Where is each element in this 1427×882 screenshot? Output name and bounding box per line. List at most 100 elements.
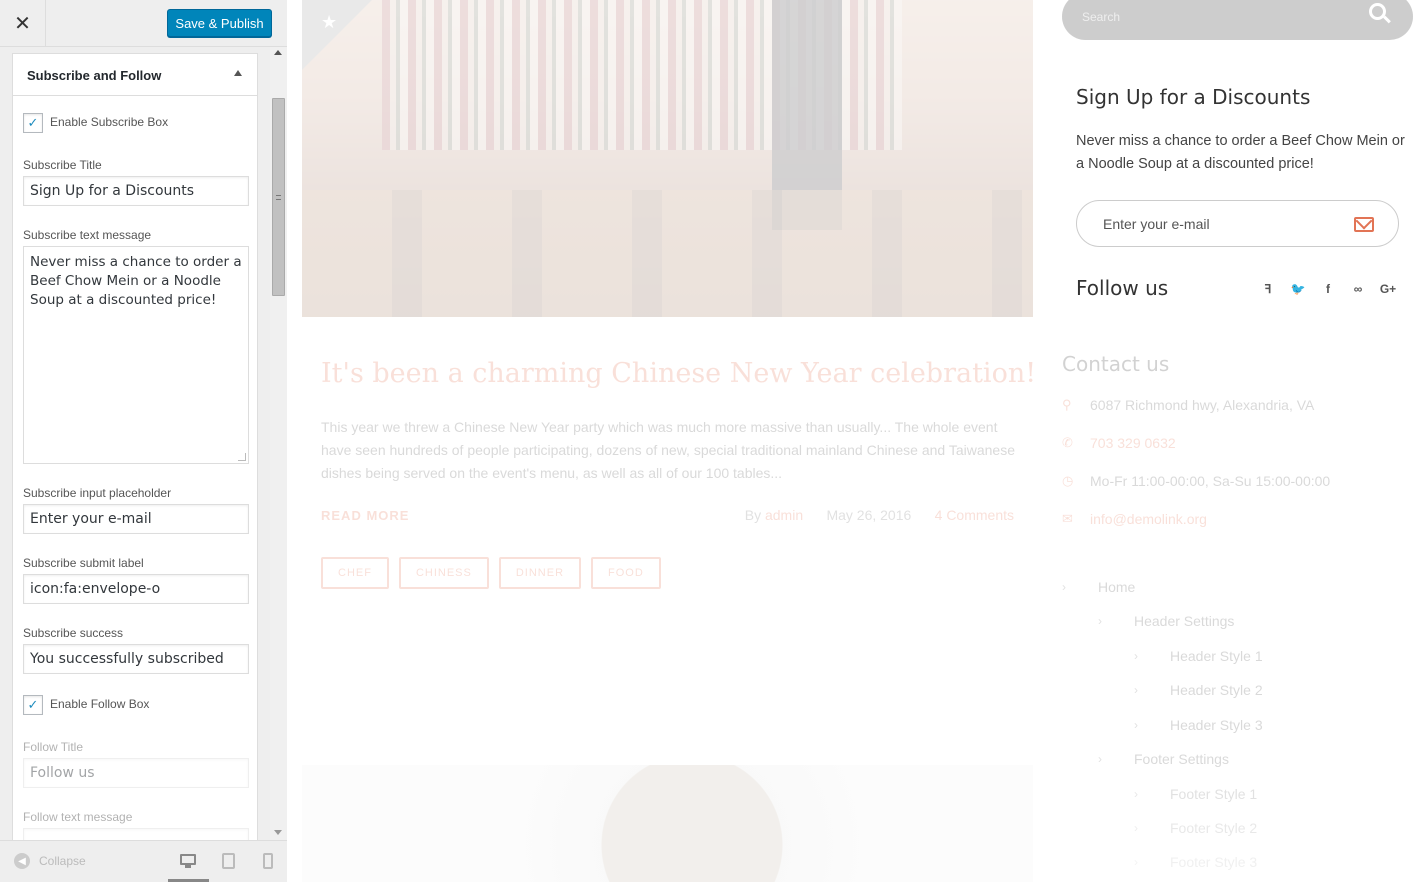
chevron-right-icon: › <box>1134 649 1138 663</box>
enable-subscribe-checkbox[interactable]: ✓ <box>23 113 43 133</box>
save-publish-button[interactable]: Save & Publish <box>167 9 272 37</box>
map-marker-icon: ⚲ <box>1062 397 1072 412</box>
checkmark-icon: ✓ <box>27 697 39 712</box>
envelope-icon: ✉ <box>1062 511 1073 526</box>
customizer-scrollbar[interactable] <box>270 47 287 840</box>
menu-item-header-style-2[interactable]: › Header Style 2 <box>1134 682 1263 698</box>
section-header[interactable]: Subscribe and Follow <box>13 54 257 96</box>
twitter-icon[interactable]: 🐦 <box>1290 281 1306 297</box>
close-icon: ✕ <box>14 12 31 35</box>
post-excerpt: This year we threw a Chinese New Year pa… <box>321 419 1015 481</box>
mobile-preview-icon[interactable] <box>261 853 277 869</box>
success-input[interactable]: You successfully subscribed <box>23 644 249 674</box>
collapse-caret-icon[interactable] <box>234 70 242 76</box>
post-meta: By admin May 26, 2016 4 Comments <box>745 507 1014 523</box>
subscribe-email-input[interactable]: Enter your e-mail <box>1103 216 1210 232</box>
subscribe-title: Sign Up for a Discounts <box>1076 85 1311 109</box>
chevron-right-icon: › <box>1098 752 1102 766</box>
enable-subscribe-label: Enable Subscribe Box <box>50 115 169 129</box>
collapse-label: Collapse <box>39 854 86 868</box>
submit-label-input[interactable]: icon:fa:envelope-o <box>23 574 249 604</box>
contact-phone: ✆ 703 329 0632 <box>1062 435 1176 451</box>
menu-item-header-style-1[interactable]: › Header Style 1 <box>1134 648 1263 664</box>
next-post-image[interactable] <box>302 765 1033 882</box>
follow-title-control: Follow Title Follow us <box>23 740 249 788</box>
subscribe-form: Enter your e-mail <box>1076 200 1399 247</box>
contact-address: ⚲ 6087 Richmond hwy, Alexandria, VA <box>1062 397 1315 413</box>
contact-hours: ◷ Mo-Fr 11:00-00:00, Sa-Su 15:00-00:00 <box>1062 473 1331 489</box>
by-label: By <box>744 507 762 523</box>
enable-follow-label: Enable Follow Box <box>50 697 150 711</box>
follow-title-label: Follow Title <box>23 740 84 754</box>
menu-item-footer-settings[interactable]: › Footer Settings <box>1098 751 1229 767</box>
foursquare-icon[interactable]: ꟻ <box>1260 281 1276 297</box>
search-bar[interactable]: Search <box>1062 0 1413 40</box>
scroll-up-icon[interactable] <box>274 50 282 55</box>
menu-item-footer-style-2[interactable]: › Footer Style 2 <box>1134 820 1257 836</box>
search-input[interactable]: Search <box>1082 10 1120 24</box>
star-icon: ★ <box>321 12 338 32</box>
section-title: Subscribe and Follow <box>27 68 162 83</box>
subscribe-text-label: Subscribe text message <box>23 228 152 242</box>
chevron-right-icon: › <box>1134 787 1138 801</box>
social-icons: ꟻ 🐦 f ∞ G+ <box>1260 281 1397 297</box>
chevron-right-icon: › <box>1098 614 1102 628</box>
read-more-link[interactable]: READ MORE <box>321 508 409 523</box>
scroll-down-icon[interactable] <box>274 830 282 835</box>
tag-chiness[interactable]: CHINESS <box>398 557 489 589</box>
envelope-icon[interactable] <box>1354 212 1374 232</box>
customizer-sidebar: ✕ Save & Publish Subscribe and Follow ✓ … <box>0 0 287 882</box>
site-preview: ★ It's been a charming Chinese New Year … <box>288 0 1427 882</box>
search-icon[interactable] <box>1369 3 1391 25</box>
contact-title: Contact us <box>1062 352 1170 376</box>
menu-item-header-style-3[interactable]: › Header Style 3 <box>1134 717 1263 733</box>
collapse-button[interactable]: ◀ Collapse <box>14 853 86 869</box>
success-label: Subscribe success <box>23 626 124 640</box>
tag-chef[interactable]: CHEF <box>321 557 389 589</box>
resize-grip-icon[interactable] <box>238 453 246 461</box>
tag-food[interactable]: FOOD <box>591 557 661 589</box>
facebook-icon[interactable]: f <box>1320 281 1336 297</box>
subscribe-text: Never miss a chance to order a Beef Chow… <box>1076 133 1405 172</box>
enable-follow-checkbox[interactable]: ✓ <box>23 695 43 715</box>
submit-label-label: Subscribe submit label <box>23 556 144 570</box>
post-featured-image[interactable] <box>302 0 1033 317</box>
placeholder-control: Subscribe input placeholder Enter your e… <box>23 486 249 534</box>
menu-item-footer-style-3[interactable]: › Footer Style 3 <box>1134 854 1257 870</box>
close-customizer-button[interactable]: ✕ <box>0 0 46 46</box>
enable-follow-row: ✓ Enable Follow Box <box>23 695 249 715</box>
menu-item-header-settings[interactable]: › Header Settings <box>1098 613 1234 629</box>
chevron-right-icon: › <box>1134 718 1138 732</box>
follow-title-input[interactable]: Follow us <box>23 758 249 788</box>
menu-item-home[interactable]: › Home <box>1062 579 1135 595</box>
tablet-preview-icon[interactable] <box>221 853 237 869</box>
checkmark-icon: ✓ <box>27 115 39 130</box>
comments-link[interactable]: 4 Comments <box>935 507 1014 523</box>
scroll-grip-icon <box>276 195 281 200</box>
subscribe-text-textarea[interactable]: Never miss a chance to order a Beef Chow… <box>23 246 249 464</box>
placeholder-input[interactable]: Enter your e-mail <box>23 504 249 534</box>
follow-text-textarea[interactable] <box>23 828 249 840</box>
follow-title: Follow us <box>1076 276 1169 300</box>
post-title[interactable]: It's been a charming Chinese New Year ce… <box>321 358 1036 389</box>
subscribe-title-input[interactable]: Sign Up for a Discounts <box>23 176 249 206</box>
subscribe-text-control: Subscribe text message Never miss a chan… <box>23 228 249 464</box>
follow-text-control: Follow text message <box>23 810 249 840</box>
tripadvisor-icon[interactable]: ∞ <box>1350 281 1366 297</box>
tag-dinner[interactable]: DINNER <box>498 557 582 589</box>
subscribe-follow-section: Subscribe and Follow ✓ Enable Subscribe … <box>12 53 258 840</box>
menu-item-footer-style-1[interactable]: › Footer Style 1 <box>1134 786 1257 802</box>
follow-text-label: Follow text message <box>23 810 133 824</box>
collapse-arrow-icon: ◀ <box>14 853 30 869</box>
subscribe-text-value: Never miss a chance to order a Beef Chow… <box>30 254 242 308</box>
submit-label-control: Subscribe submit label icon:fa:envelope-… <box>23 556 249 604</box>
customizer-controls: Subscribe and Follow ✓ Enable Subscribe … <box>0 47 287 840</box>
scrollbar-thumb[interactable] <box>272 98 285 296</box>
post-tags: CHEF CHINESS DINNER FOOD <box>321 557 661 589</box>
author-link[interactable]: admin <box>765 507 803 523</box>
google-plus-icon[interactable]: G+ <box>1380 281 1396 297</box>
enable-subscribe-row: ✓ Enable Subscribe Box <box>23 113 249 133</box>
placeholder-label: Subscribe input placeholder <box>23 486 172 500</box>
desktop-preview-icon[interactable] <box>180 853 196 869</box>
chevron-right-icon: › <box>1134 683 1138 697</box>
